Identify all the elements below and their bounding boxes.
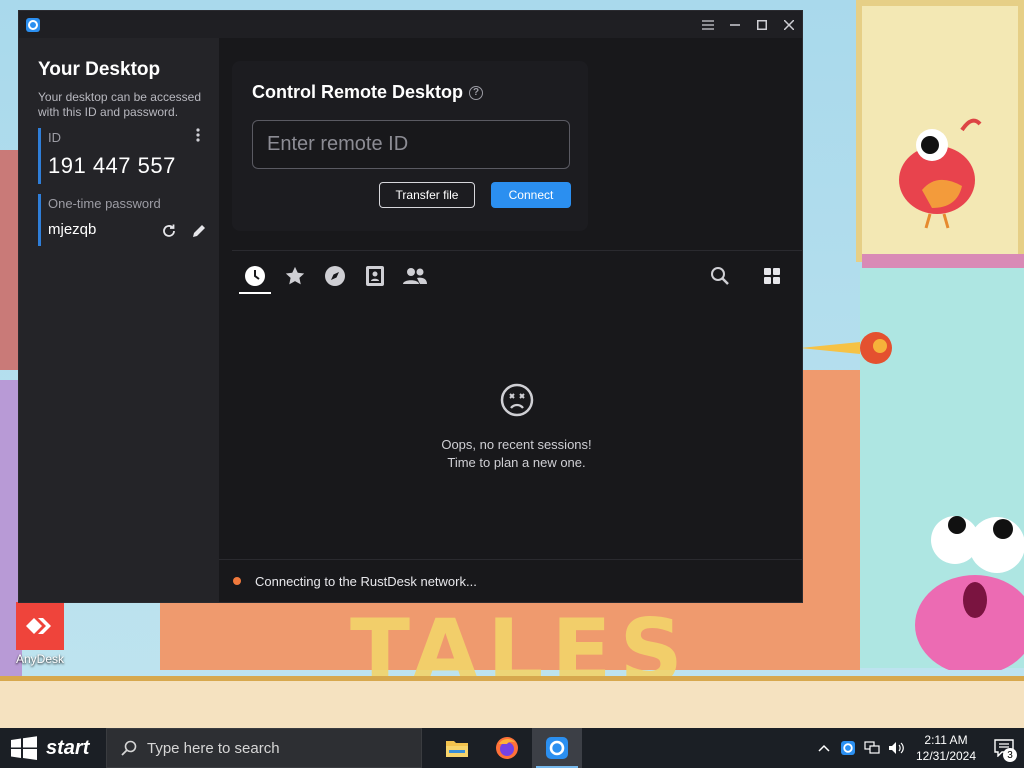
maximize-icon[interactable] [748,11,775,38]
people-icon [403,268,427,284]
start-button[interactable]: start [0,728,106,768]
compass-icon [325,266,345,286]
divider [232,250,802,251]
menu-icon[interactable] [694,11,721,38]
cartoon-bird-image [899,118,982,229]
close-icon[interactable] [775,11,802,38]
status-dot-icon [233,577,241,585]
firefox-icon[interactable] [482,728,532,768]
notification-center-icon[interactable]: 3 [984,728,1024,768]
minimize-icon[interactable] [721,11,748,38]
rustdesk-logo-icon [26,17,40,32]
wallpaper-stripe [862,254,1024,268]
cartoon-monster-image [915,516,1024,670]
transfer-file-button[interactable]: Transfer file [379,182,475,208]
edit-password-icon[interactable] [189,221,209,241]
cartoon-fireball-image [800,332,892,364]
address-book-icon [366,266,384,286]
more-options-icon[interactable] [191,128,205,146]
password-card: One-time password mjezqb [38,194,205,246]
taskbar: start Type here to search 2:11 AM 12/31/… [0,728,1024,768]
rustdesk-tray-icon[interactable] [836,728,860,768]
notification-count: 3 [1003,748,1017,762]
id-value[interactable]: 191 447 557 [48,153,203,179]
windows-logo-icon [11,736,37,760]
sidebar-description: Your desktop can be accessed with this I… [38,90,202,119]
rustdesk-window: Your Desktop Your desktop can be accesse… [18,10,803,603]
tab-address-book[interactable] [355,260,395,292]
sidebar: Your Desktop Your desktop can be accesse… [19,38,219,602]
control-title-text: Control Remote Desktop [252,82,464,102]
empty-message-line1: Oops, no recent sessions! [441,437,592,452]
search-icon [121,740,137,756]
sidebar-title: Your Desktop [38,59,161,80]
empty-message-line2: Time to plan a new one. [447,455,586,470]
peer-tabs [235,260,435,294]
status-text: Connecting to the RustDesk network... [255,573,477,589]
system-tray: 2:11 AM 12/31/2024 3 [812,728,1024,768]
title-bar[interactable] [19,11,802,38]
taskbar-search-placeholder: Type here to search [147,739,280,757]
network-icon[interactable] [860,728,884,768]
control-title: Control Remote Desktop ? [252,82,484,103]
clock-time: 2:11 AM [924,733,968,747]
taskbar-pinned-apps [432,728,582,768]
id-label: ID [48,130,61,145]
rustdesk-icon[interactable] [532,728,582,768]
clock-date: 12/31/2024 [915,749,977,763]
status-bar: Connecting to the RustDesk network... [219,559,802,602]
tab-group[interactable] [395,260,435,292]
connect-button[interactable]: Connect [491,182,571,208]
taskbar-search[interactable]: Type here to search [106,728,422,768]
tab-favorites[interactable] [275,260,315,292]
search-icon[interactable] [700,260,740,292]
start-label: start [46,736,90,759]
help-icon[interactable]: ? [469,85,484,100]
desktop-shortcut-label: AnyDesk [15,652,65,666]
tab-discovered[interactable] [315,260,355,292]
empty-state: Oops, no recent sessions! Time to plan a… [419,383,614,472]
anydesk-icon [16,602,64,650]
clock-icon [245,266,265,286]
desktop-shortcut-anydesk[interactable]: AnyDesk [14,602,66,666]
main-panel: Control Remote Desktop ? Transfer file C… [219,38,802,602]
chevron-up-icon[interactable] [812,728,836,768]
password-label: One-time password [48,196,161,211]
remote-id-input[interactable] [252,120,570,169]
id-card: ID 191 447 557 [38,128,203,184]
grid-view-icon[interactable] [752,260,792,292]
wallpaper-floor [0,676,1024,728]
tab-recent[interactable] [235,260,275,294]
peer-tools [700,260,792,292]
control-remote-card: Control Remote Desktop ? Transfer file C… [232,61,588,231]
sad-face-icon [500,383,533,417]
taskbar-clock[interactable]: 2:11 AM 12/31/2024 [908,732,984,764]
star-icon [285,266,305,285]
file-explorer-icon[interactable] [432,728,482,768]
refresh-password-icon[interactable] [159,221,179,241]
volume-icon[interactable] [884,728,908,768]
